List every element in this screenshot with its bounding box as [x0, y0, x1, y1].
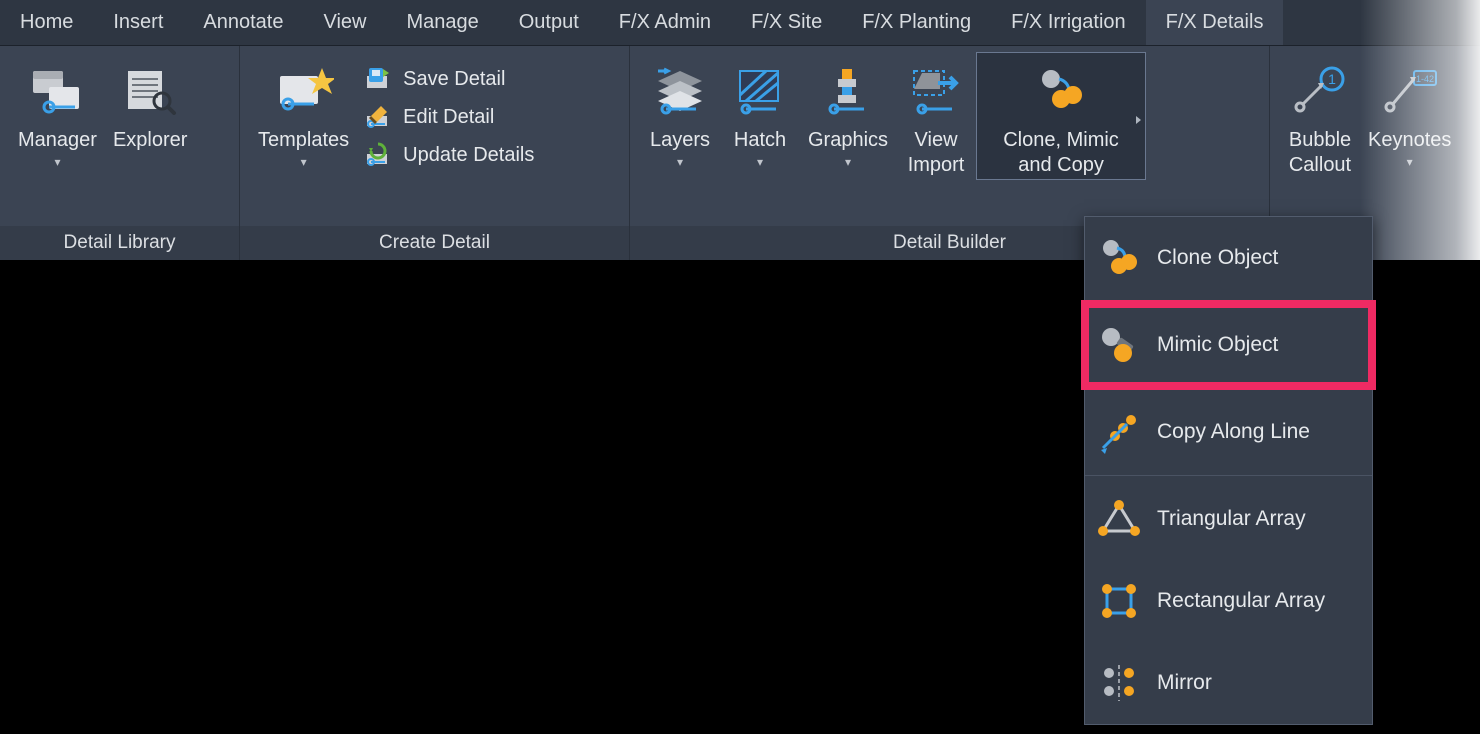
hatch-label: Hatch [734, 128, 786, 153]
graphics-icon [816, 58, 880, 122]
save-label: Save Detail [403, 68, 505, 91]
panel-title-library: Detail Library [0, 226, 239, 260]
menu-mirror-label: Mirror [1157, 671, 1212, 695]
layers-button[interactable]: Layers [640, 52, 720, 171]
menu-clone-label: Clone Object [1157, 246, 1278, 270]
tab-fx-irrigation[interactable]: F/X Irrigation [991, 0, 1145, 45]
layers-icon [648, 58, 712, 122]
svg-text:1-42: 1-42 [1416, 74, 1434, 84]
copy-along-line-icon [1095, 408, 1143, 456]
save-detail-button[interactable]: Save Detail [357, 60, 540, 98]
manager-button[interactable]: Manager [10, 52, 105, 171]
view-import-icon [904, 58, 968, 122]
menu-copy-along-line[interactable]: Copy Along Line [1085, 391, 1372, 473]
mirror-icon [1095, 659, 1143, 707]
menu-triangular-array[interactable]: Triangular Array [1085, 478, 1372, 560]
view-import-button[interactable]: View Import [896, 52, 976, 180]
edit-icon [363, 102, 393, 132]
tab-view[interactable]: View [303, 0, 386, 45]
svg-text:1: 1 [1328, 71, 1336, 87]
explorer-icon [118, 58, 182, 122]
mimic-object-icon [1095, 321, 1143, 369]
menu-mimic-object[interactable]: Mimic Object [1085, 304, 1372, 386]
panel-title-create: Create Detail [240, 226, 629, 260]
layers-label: Layers [650, 128, 710, 153]
tab-output[interactable]: Output [499, 0, 599, 45]
menu-separator [1085, 388, 1372, 389]
menu-copy-along-label: Copy Along Line [1157, 420, 1310, 444]
menu-separator [1085, 475, 1372, 476]
update-details-button[interactable]: Update Details [357, 136, 540, 174]
clone-mimic-copy-button[interactable]: Clone, Mimic and Copy [976, 52, 1146, 180]
explorer-label: Explorer [113, 128, 187, 153]
tab-fx-details[interactable]: F/X Details [1146, 0, 1284, 45]
edit-label: Edit Detail [403, 106, 494, 129]
templates-label: Templates [258, 128, 349, 153]
explorer-button[interactable]: Explorer [105, 52, 195, 155]
templates-icon [272, 58, 336, 122]
save-icon [363, 64, 393, 94]
tab-fx-site[interactable]: F/X Site [731, 0, 842, 45]
menu-clone-object[interactable]: Clone Object [1085, 217, 1372, 299]
bubble-callout-icon: 1 [1288, 58, 1352, 122]
hatch-button[interactable]: Hatch [720, 52, 800, 171]
manager-icon [25, 58, 89, 122]
keynotes-icon: 1-42 [1378, 58, 1442, 122]
triangular-array-icon [1095, 495, 1143, 543]
menu-rectangular-label: Rectangular Array [1157, 589, 1325, 613]
tab-insert[interactable]: Insert [93, 0, 183, 45]
menu-mimic-label: Mimic Object [1157, 333, 1278, 357]
update-icon [363, 140, 393, 170]
update-label: Update Details [403, 144, 534, 167]
create-small-buttons: Save Detail Edit Detail [357, 52, 540, 174]
panel-create-detail: Templates Save Detail [240, 46, 630, 260]
edit-detail-button[interactable]: Edit Detail [357, 98, 540, 136]
bubble-callout-button[interactable]: 1 Bubble Callout [1280, 52, 1360, 180]
bubble-callout-label: Bubble Callout [1289, 128, 1351, 178]
panel-detail-library: Manager Explorer Detail Library [0, 46, 240, 260]
hatch-icon [728, 58, 792, 122]
rectangular-array-icon [1095, 577, 1143, 625]
tab-manage[interactable]: Manage [386, 0, 498, 45]
graphics-label: Graphics [808, 128, 888, 153]
templates-button[interactable]: Templates [250, 52, 357, 171]
menu-mirror[interactable]: Mirror [1085, 642, 1372, 724]
view-import-label: View Import [908, 128, 965, 178]
menu-separator [1085, 301, 1372, 302]
keynotes-button[interactable]: 1-42 Keynotes [1360, 52, 1459, 171]
tab-fx-planting[interactable]: F/X Planting [842, 0, 991, 45]
menu-rectangular-array[interactable]: Rectangular Array [1085, 560, 1372, 642]
graphics-button[interactable]: Graphics [800, 52, 896, 171]
tab-bar: Home Insert Annotate View Manage Output … [0, 0, 1480, 46]
tab-fx-admin[interactable]: F/X Admin [599, 0, 731, 45]
manager-label: Manager [18, 128, 97, 153]
menu-triangular-label: Triangular Array [1157, 507, 1306, 531]
clone-object-icon [1095, 234, 1143, 282]
clone-mimic-icon [1029, 58, 1093, 122]
tab-annotate[interactable]: Annotate [183, 0, 303, 45]
keynotes-label: Keynotes [1368, 128, 1451, 153]
tab-home[interactable]: Home [0, 0, 93, 45]
clone-mimic-dropdown: Clone Object Mimic Object Copy Along Lin… [1084, 216, 1373, 725]
clone-mimic-label: Clone, Mimic and Copy [1003, 128, 1119, 178]
